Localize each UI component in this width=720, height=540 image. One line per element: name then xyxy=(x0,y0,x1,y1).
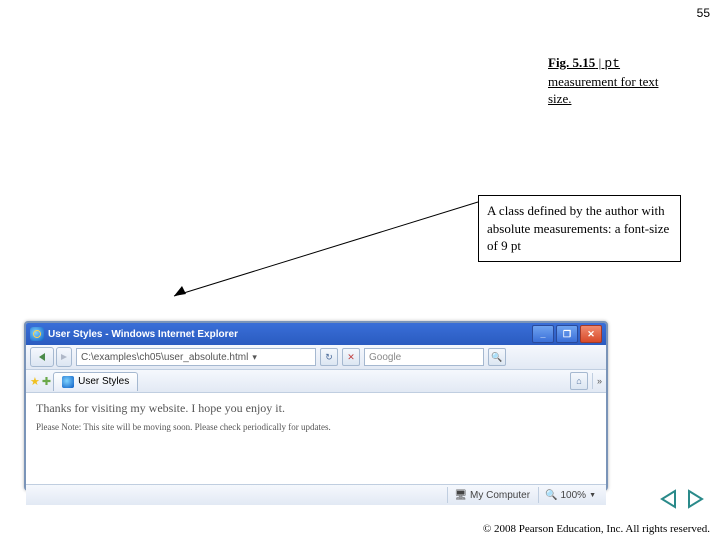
prev-icon xyxy=(659,489,679,509)
zoom-value: 100% xyxy=(560,490,586,501)
url-field[interactable]: C:\examples\ch05\user_absolute.html ▾ xyxy=(76,348,316,366)
refresh-button[interactable]: ↻ xyxy=(320,348,338,366)
next-icon xyxy=(685,489,705,509)
close-button[interactable]: ✕ xyxy=(580,325,602,343)
search-icon: 🔍 xyxy=(491,352,502,363)
callout-arrow xyxy=(170,200,480,300)
caption-rest: measurement for text size. xyxy=(548,74,658,107)
page-number: 55 xyxy=(697,6,710,20)
zoom-control[interactable]: 🔍 100% ▼ xyxy=(538,487,602,503)
caption-fig: Fig. 5.15 xyxy=(548,55,595,70)
zone-label: My Computer xyxy=(470,490,530,501)
tab[interactable]: User Styles xyxy=(53,372,138,391)
caption-code: pt xyxy=(604,56,620,71)
status-bar: 🖥 My Computer 🔍 100% ▼ xyxy=(26,484,606,505)
forward-icon xyxy=(60,353,68,361)
callout-box: A class defined by the author with absol… xyxy=(478,195,681,262)
browser-window: User Styles - Windows Internet Explorer … xyxy=(24,321,608,491)
window-buttons: _ ❐ ✕ xyxy=(532,325,602,343)
stop-button[interactable]: ✕ xyxy=(342,348,360,366)
search-field[interactable]: Google xyxy=(364,348,484,366)
search-button[interactable]: 🔍 xyxy=(488,348,506,366)
toolbar-chevrons-icon[interactable]: » xyxy=(597,376,602,386)
security-zone: 🖥 My Computer xyxy=(447,487,536,503)
maximize-button[interactable]: ❐ xyxy=(556,325,578,343)
content-line-2: Please Note: This site will be moving so… xyxy=(36,422,596,432)
content-line-1: Thanks for visiting my website. I hope y… xyxy=(36,401,596,416)
minimize-button[interactable]: _ xyxy=(532,325,554,343)
search-placeholder: Google xyxy=(369,352,401,363)
ie-icon xyxy=(30,327,44,341)
url-dropdown-icon: ▾ xyxy=(252,352,257,363)
stop-icon: ✕ xyxy=(347,352,355,363)
back-icon xyxy=(37,352,47,362)
computer-icon: 🖥 xyxy=(454,490,467,501)
tab-label: User Styles xyxy=(78,376,129,387)
page-content: Thanks for visiting my website. I hope y… xyxy=(26,393,606,484)
zoom-icon: 🔍 xyxy=(545,490,557,501)
tab-toolbar: ★ ✚ User Styles ⌂ » xyxy=(26,370,606,393)
slide-nav xyxy=(658,488,706,510)
forward-button[interactable] xyxy=(56,347,72,367)
figure-caption: Fig. 5.15 | pt measurement for text size… xyxy=(548,54,666,108)
next-slide-button[interactable] xyxy=(684,488,706,510)
prev-slide-button[interactable] xyxy=(658,488,680,510)
titlebar: User Styles - Windows Internet Explorer … xyxy=(26,323,606,345)
home-button[interactable]: ⌂ xyxy=(570,372,588,390)
home-icon: ⌂ xyxy=(576,376,581,386)
back-button[interactable] xyxy=(30,347,54,367)
tab-favicon xyxy=(62,376,74,388)
url-text: C:\examples\ch05\user_absolute.html xyxy=(81,352,248,363)
refresh-icon: ↻ xyxy=(325,352,333,363)
copyright: © 2008 Pearson Education, Inc. All right… xyxy=(483,523,710,536)
add-favorite-icon[interactable]: ✚ xyxy=(42,375,51,388)
address-bar: C:\examples\ch05\user_absolute.html ▾ ↻ … xyxy=(26,345,606,370)
window-title: User Styles - Windows Internet Explorer xyxy=(48,329,532,340)
favorites-icon[interactable]: ★ xyxy=(30,375,40,388)
